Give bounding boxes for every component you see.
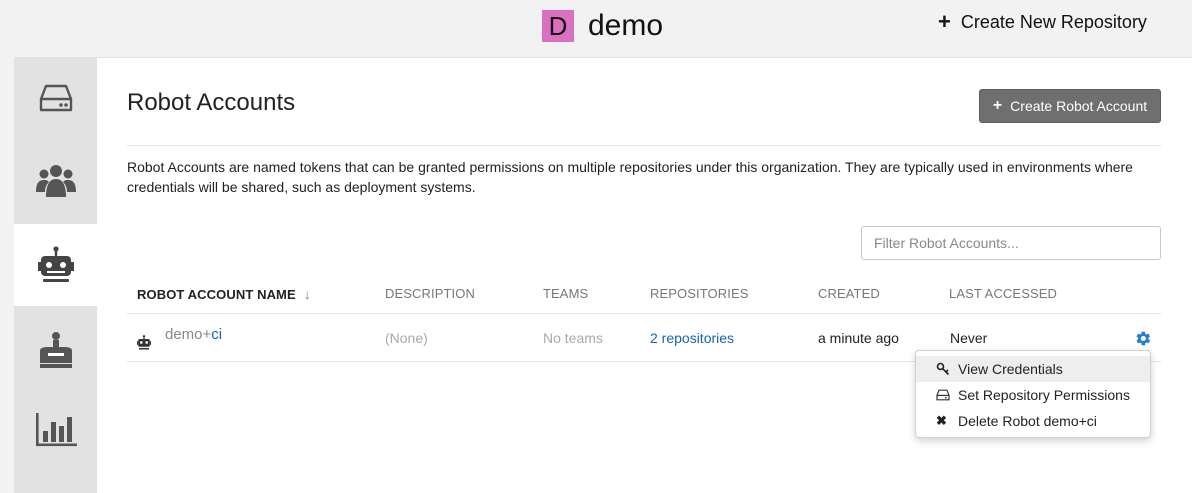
robot-icon [37,246,74,282]
plus-icon: + [938,9,951,34]
column-header-teams[interactable]: TEAMS [543,286,588,301]
menu-item-label: Set Repository Permissions [958,387,1130,403]
create-repository-button[interactable]: + Create New Repository [938,10,1147,34]
key-icon [936,362,958,376]
page-description: Robot Accounts are named tokens that can… [127,159,1133,195]
bar-chart-icon [35,413,77,447]
robot-last-accessed: Never [950,330,988,346]
filter-robot-accounts-input[interactable] [861,226,1161,260]
robot-account-name[interactable]: demo+ci [165,326,222,343]
menu-item-label: View Credentials [958,361,1063,377]
menu-item-set-repository-permissions[interactable]: Set Repository Permissions [916,382,1150,408]
column-header-created[interactable]: CREATED [818,286,880,301]
menu-item-view-credentials[interactable]: View Credentials [916,356,1150,382]
robot-actions-menu: View Credentials Set Repository Permissi… [915,350,1151,438]
robot-repositories-link[interactable]: 2 repositories [650,330,734,346]
column-header-robot-account-name[interactable]: ROBOT ACCOUNT NAME ↓ [137,286,311,302]
divider [127,145,1161,146]
top-bar: D demo + Create New Repository [0,0,1192,57]
plus-icon: + [992,97,1003,114]
robot-teams: No teams [543,330,603,346]
org-name: demo [588,9,664,42]
column-header-last-accessed[interactable]: LAST ACCESSED [949,286,1057,301]
divider [127,313,1161,314]
create-robot-account-button[interactable]: + Create Robot Account [979,89,1161,123]
sidebar [14,57,97,493]
page-title: Robot Accounts [127,89,296,116]
robot-description: (None) [385,330,428,346]
robot-name-short: ci [211,326,223,343]
times-icon: ✖ [936,413,947,428]
menu-item-label: Delete Robot demo+ci [958,413,1097,429]
sort-arrow-icon: ↓ [303,286,311,302]
sidebar-tab-repositories[interactable] [14,57,97,139]
user-icon [39,332,72,368]
sidebar-tab-usage-logs[interactable] [14,389,97,471]
sidebar-tab-robot-accounts[interactable] [14,224,97,306]
column-header-label: ROBOT ACCOUNT NAME [137,287,296,302]
create-robot-account-label: Create Robot Account [1010,98,1148,114]
robot-name-prefix: demo+ [165,326,212,343]
menu-item-delete-robot[interactable]: ✖ Delete Robot demo+ci [916,408,1150,434]
create-repository-label: Create New Repository [960,11,1147,32]
hdd-icon [936,389,958,401]
column-header-description[interactable]: DESCRIPTION [385,286,475,301]
users-icon [35,165,76,197]
sidebar-tab-teams[interactable] [14,139,97,221]
robot-icon [137,335,151,350]
gear-icon[interactable] [1133,329,1152,348]
hdd-icon [39,84,72,112]
column-header-repositories[interactable]: REPOSITORIES [650,286,748,301]
sidebar-tab-members[interactable] [14,309,97,391]
robot-created: a minute ago [818,330,899,346]
org-avatar: D [542,10,574,42]
